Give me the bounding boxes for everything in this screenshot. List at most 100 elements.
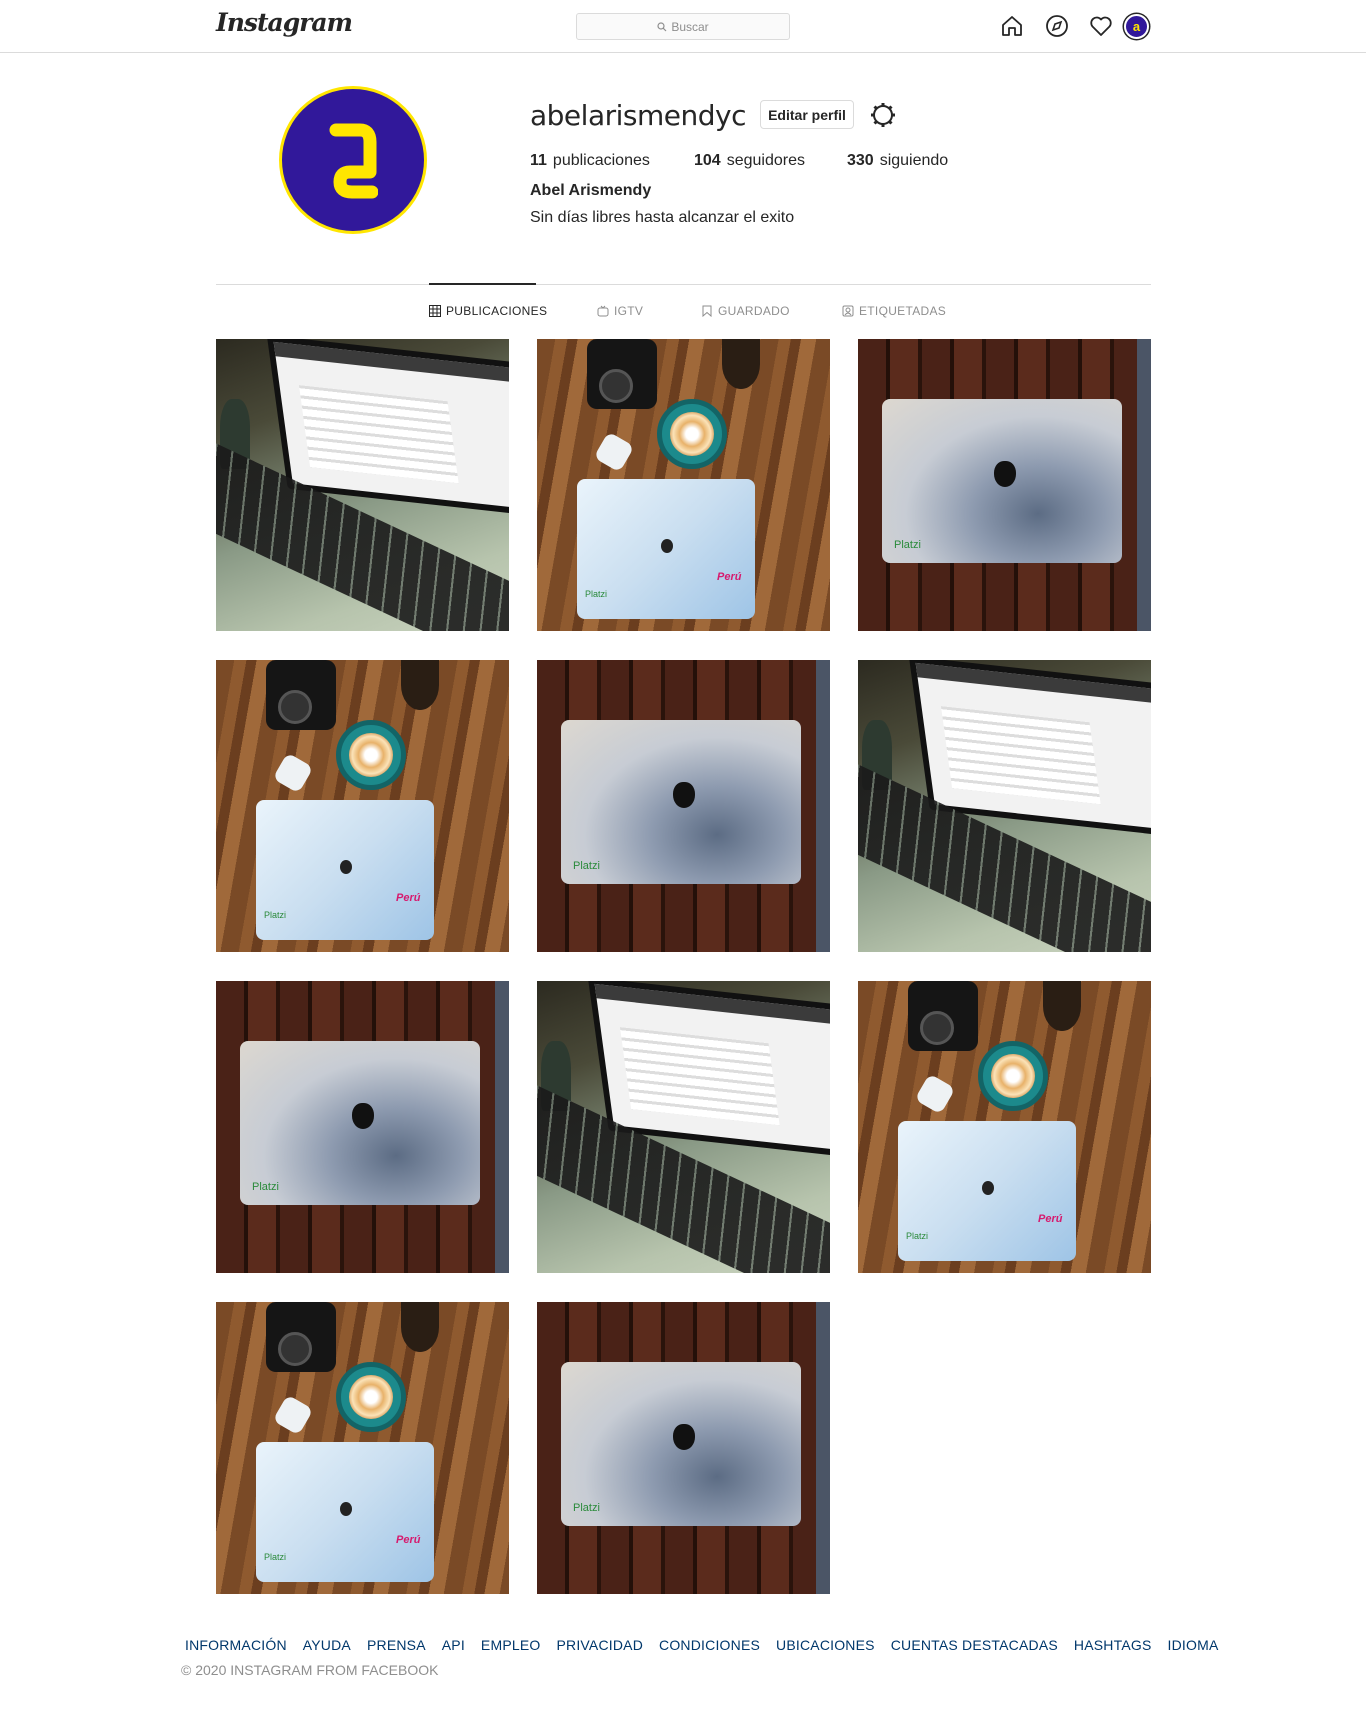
- footer-link[interactable]: INFORMACIÓN: [185, 1637, 287, 1653]
- edit-profile-button[interactable]: Editar perfil: [760, 100, 854, 129]
- top-nav: Instagram Buscar a: [0, 0, 1366, 53]
- tab-publicaciones[interactable]: PUBLICACIONES: [429, 304, 547, 318]
- avatar-glyph: a: [1132, 19, 1141, 34]
- search-input[interactable]: Buscar: [576, 13, 790, 40]
- tabs-divider: [216, 284, 1151, 285]
- stat-count: 330: [847, 152, 874, 169]
- settings-gear-icon[interactable]: [870, 102, 896, 128]
- stat-label: seguidores: [726, 152, 805, 169]
- post-thumbnail[interactable]: Platzi: [216, 981, 509, 1273]
- peru-sticker: Perú: [717, 571, 742, 583]
- stat-count: 104: [694, 152, 721, 169]
- home-icon[interactable]: [1000, 14, 1024, 38]
- peru-sticker: Perú: [396, 892, 421, 904]
- camera: [266, 660, 336, 730]
- copyright: © 2020 INSTAGRAM FROM FACEBOOK: [181, 1662, 439, 1678]
- bottle: [401, 1302, 439, 1352]
- airpods-case: [914, 1073, 956, 1115]
- laptop-lid: Platzi: [561, 1362, 801, 1526]
- post-thumbnail[interactable]: [858, 660, 1151, 952]
- footer-link[interactable]: EMPLEO: [481, 1637, 541, 1653]
- bio: Sin días libres hasta alcanzar el exito: [530, 209, 795, 226]
- tab-label: ETIQUETADAS: [859, 304, 947, 318]
- post-thumbnail[interactable]: Platzi Perú: [216, 1302, 509, 1594]
- coffee-cup: [657, 399, 727, 469]
- footer-link[interactable]: IDIOMA: [1168, 1637, 1219, 1653]
- airpods-case: [272, 1394, 314, 1436]
- platzi-sticker: Platzi: [906, 1231, 929, 1241]
- igtv-icon: [597, 305, 609, 317]
- platzi-sticker: Platzi: [264, 910, 287, 920]
- post-thumbnail[interactable]: Platzi Perú: [858, 981, 1151, 1273]
- platzi-sticker: Platzi: [264, 1552, 287, 1562]
- laptop-lid: Platzi: [561, 720, 801, 884]
- laptop-lid: Platzi: [882, 399, 1122, 563]
- platzi-sticker: Platzi: [585, 589, 608, 599]
- profile-avatar[interactable]: a: [1124, 14, 1149, 39]
- footer-link[interactable]: CUENTAS DESTACADAS: [891, 1637, 1058, 1653]
- tab-label: IGTV: [614, 304, 644, 318]
- active-tab-indicator: [429, 283, 536, 285]
- coffee-cup: [336, 720, 406, 790]
- post-thumbnail[interactable]: [216, 339, 509, 631]
- airpods-case: [272, 752, 314, 794]
- footer-link[interactable]: UBICACIONES: [776, 1637, 875, 1653]
- bottle: [722, 339, 760, 389]
- camera: [587, 339, 657, 409]
- stat-count: 11: [530, 152, 547, 169]
- tab-etiquetadas[interactable]: ETIQUETADAS: [842, 304, 946, 318]
- explore-icon[interactable]: [1045, 14, 1069, 38]
- tab-igtv[interactable]: IGTV: [597, 304, 643, 318]
- instagram-logo[interactable]: Instagram: [216, 8, 353, 37]
- tagged-icon: [842, 305, 854, 317]
- stat-posts: 11 publicaciones: [530, 152, 650, 170]
- camera: [266, 1302, 336, 1372]
- camera: [908, 981, 978, 1051]
- post-thumbnail[interactable]: Platzi: [858, 339, 1151, 631]
- footer-link[interactable]: PRIVACIDAD: [556, 1637, 643, 1653]
- coffee-cup: [978, 1041, 1048, 1111]
- platzi-sticker: Platzi: [252, 1181, 279, 1193]
- laptop-lid: Platzi: [240, 1041, 480, 1205]
- avatar-logo-icon: [329, 123, 378, 199]
- stat-followers[interactable]: 104 seguidores: [694, 152, 805, 170]
- peru-sticker: Perú: [396, 1534, 421, 1546]
- search-placeholder: Buscar: [671, 19, 709, 34]
- bottle: [401, 660, 439, 710]
- apple-logo-icon: [673, 782, 695, 808]
- footer-link[interactable]: CONDICIONES: [659, 1637, 760, 1653]
- profile-picture[interactable]: [279, 86, 427, 234]
- full-name: Abel Arismendy: [530, 182, 652, 199]
- heart-icon[interactable]: [1089, 14, 1113, 38]
- footer-links: INFORMACIÓN AYUDA PRENSA API EMPLEO PRIVACIDA…: [185, 1637, 1218, 1653]
- tab-label: GUARDADO: [718, 304, 790, 318]
- tab-label: PUBLICACIONES: [446, 304, 548, 318]
- bottle: [1043, 981, 1081, 1031]
- post-thumbnail[interactable]: Platzi: [537, 660, 830, 952]
- post-thumbnail[interactable]: [537, 981, 830, 1273]
- footer-link[interactable]: HASHTAGS: [1074, 1637, 1152, 1653]
- coffee-cup: [336, 1362, 406, 1432]
- peru-sticker: Perú: [1038, 1213, 1063, 1225]
- platzi-sticker: Platzi: [573, 860, 600, 872]
- footer-link[interactable]: PRENSA: [367, 1637, 426, 1653]
- apple-logo-icon: [673, 1424, 695, 1450]
- grid-icon: [429, 305, 441, 317]
- post-thumbnail[interactable]: Platzi Perú: [216, 660, 509, 952]
- platzi-sticker: Platzi: [573, 1502, 600, 1514]
- post-thumbnail[interactable]: Platzi: [537, 1302, 830, 1594]
- airpods-case: [593, 431, 635, 473]
- search-icon: [657, 21, 667, 31]
- footer-link[interactable]: API: [442, 1637, 465, 1653]
- stat-following[interactable]: 330 siguiendo: [847, 152, 948, 170]
- stat-label: publicaciones: [552, 152, 650, 169]
- bookmark-icon: [702, 305, 712, 317]
- username: abelarismendyc: [530, 99, 746, 132]
- footer-link[interactable]: AYUDA: [303, 1637, 351, 1653]
- tab-guardado[interactable]: GUARDADO: [701, 304, 790, 318]
- stat-label: siguiendo: [879, 152, 949, 169]
- platzi-sticker: Platzi: [894, 539, 921, 551]
- post-thumbnail[interactable]: Platzi Perú: [537, 339, 830, 631]
- apple-logo-icon: [994, 461, 1016, 487]
- apple-logo-icon: [352, 1103, 374, 1129]
